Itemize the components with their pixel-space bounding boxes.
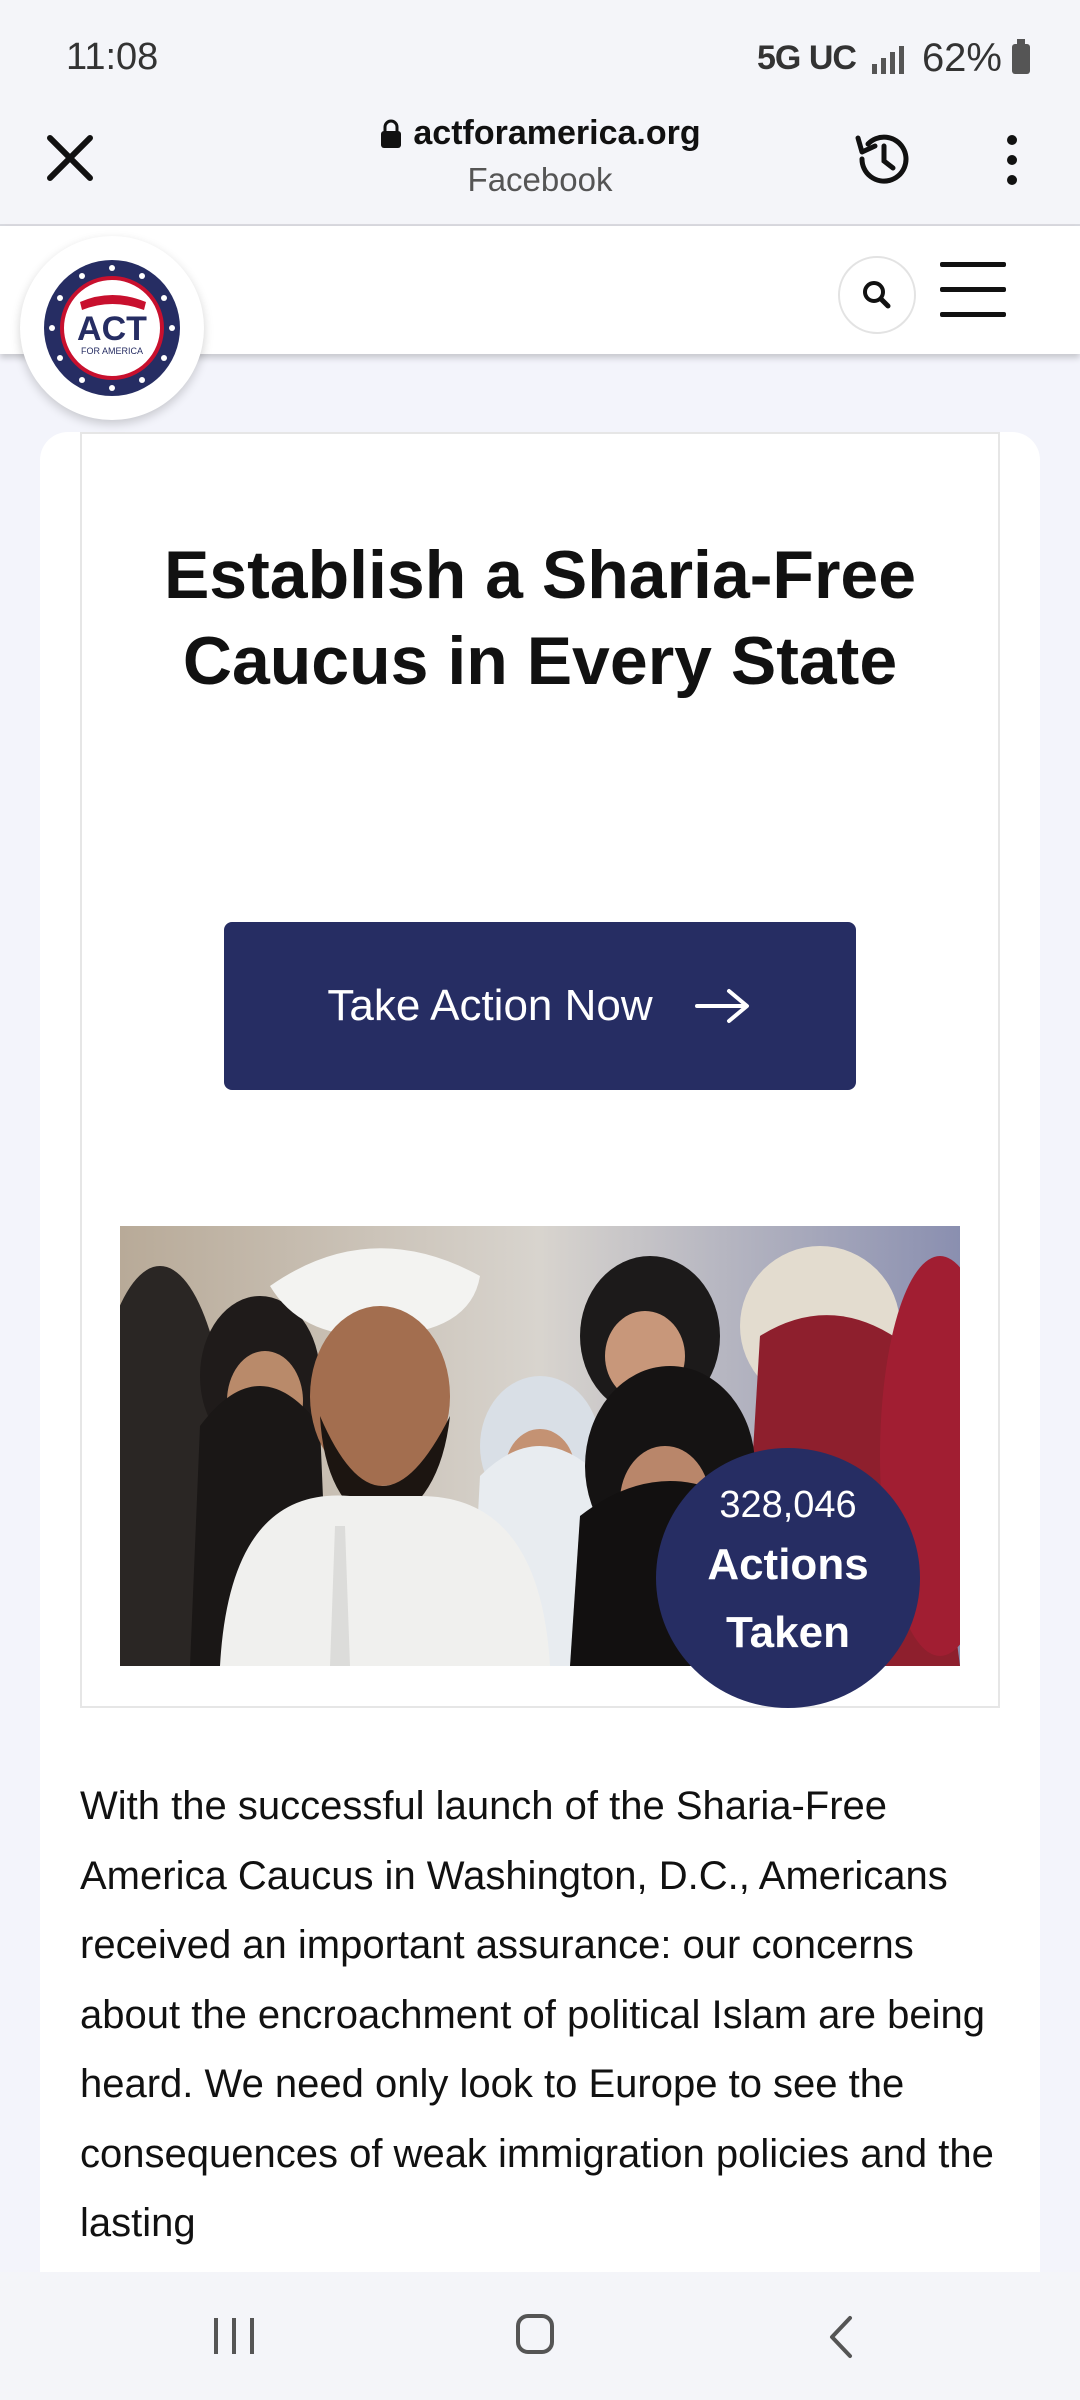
actions-count: 328,046 xyxy=(719,1484,857,1526)
status-time: 11:08 xyxy=(66,36,159,78)
svg-text:ACT: ACT xyxy=(77,310,147,348)
take-action-label: Take Action Now xyxy=(327,981,653,1030)
site-search-button[interactable] xyxy=(838,256,916,334)
status-indicators: 5G UC 62% xyxy=(757,36,1030,81)
home-icon[interactable] xyxy=(516,2314,554,2354)
history-icon[interactable] xyxy=(850,126,916,192)
back-icon[interactable] xyxy=(820,2312,860,2362)
svg-text:FOR AMERICA: FOR AMERICA xyxy=(81,346,143,356)
battery-icon xyxy=(1012,38,1030,74)
more-vert-icon[interactable] xyxy=(1000,130,1024,190)
url-bar[interactable]: actforamerica.org Facebook xyxy=(300,114,780,199)
campaign-title: Establish a Sharia-Free Caucus in Every … xyxy=(163,537,917,699)
site-logo[interactable]: ACT FOR AMERICA xyxy=(20,236,204,420)
lock-icon xyxy=(381,119,402,148)
act-for-america-logo: ACT FOR AMERICA xyxy=(44,260,180,396)
status-bar: 11:08 5G UC 62% xyxy=(0,0,1080,100)
network-indicator: 5G UC xyxy=(757,39,857,77)
url-domain: actforamerica.org xyxy=(413,114,701,152)
actions-label: Actions Taken xyxy=(707,1540,869,1657)
arrow-right-icon xyxy=(694,989,749,1023)
actions-taken-badge: 328,046 Actions Taken xyxy=(656,1448,920,1708)
take-action-button[interactable]: Take Action Now xyxy=(224,922,856,1090)
url-subtitle: Facebook xyxy=(467,161,613,198)
browser-toolbar: actforamerica.org Facebook xyxy=(0,100,1080,226)
close-icon[interactable] xyxy=(40,128,100,188)
campaign-description: With the successful launch of the Sharia… xyxy=(80,1784,994,2245)
system-navigation-bar xyxy=(0,2272,1080,2400)
hamburger-menu-icon[interactable] xyxy=(940,262,1006,320)
battery-level: 62% xyxy=(921,36,1002,80)
recent-apps-icon[interactable] xyxy=(214,2318,254,2354)
search-icon xyxy=(863,281,891,309)
signal-icon xyxy=(871,44,904,74)
url-domain-row: actforamerica.org xyxy=(300,114,780,153)
